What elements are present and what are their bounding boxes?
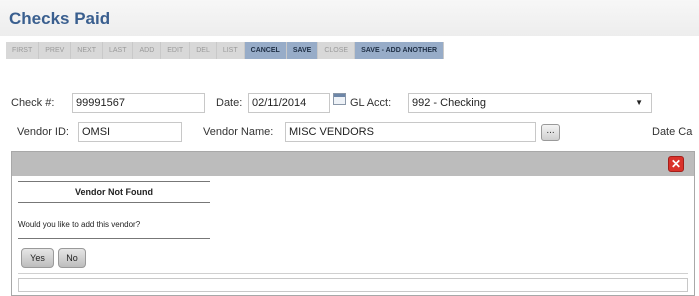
vendor-name-label: Vendor Name: <box>203 126 274 138</box>
check-number-label: Check #: <box>11 97 55 109</box>
record-toolbar: FIRST PREV NEXT LAST ADD EDIT DEL LIST C… <box>6 42 445 59</box>
save-add-another-button[interactable]: SAVE - ADD ANOTHER <box>355 42 445 59</box>
add-button[interactable]: ADD <box>133 42 162 59</box>
dialog-question: Would you like to add this vendor? <box>18 220 141 229</box>
gl-account-value: 992 - Checking <box>412 97 486 109</box>
vendor-id-field[interactable]: OMSI <box>78 122 182 142</box>
calendar-icon[interactable] <box>333 93 346 105</box>
date-cashed-label: Date Ca <box>652 126 693 138</box>
last-button[interactable]: LAST <box>102 42 134 59</box>
page-title: Checks Paid <box>9 9 111 28</box>
date-label: Date: <box>216 97 243 109</box>
page-header: Checks Paid <box>0 0 699 36</box>
delete-button[interactable]: DEL <box>190 42 217 59</box>
gl-account-label: GL Acct: <box>350 97 392 109</box>
check-number-field[interactable]: 99991567 <box>72 93 205 113</box>
first-button[interactable]: FIRST <box>6 42 40 59</box>
no-button[interactable]: No <box>58 248 86 268</box>
dialog-separator <box>18 273 688 274</box>
prev-button[interactable]: PREV <box>39 42 72 59</box>
close-button[interactable]: CLOSE <box>318 42 356 59</box>
list-button[interactable]: LIST <box>216 42 245 59</box>
dialog-divider-middle <box>18 202 210 203</box>
edit-button[interactable]: EDIT <box>161 42 191 59</box>
chevron-down-icon: ▼ <box>635 98 643 107</box>
close-icon[interactable]: ✕ <box>668 156 684 172</box>
dialog-divider-top <box>18 181 210 182</box>
yes-button[interactable]: Yes <box>21 248 54 268</box>
vendor-lookup-button[interactable]: ... <box>541 124 560 141</box>
dialog-message-title: Vendor Not Found <box>75 187 153 197</box>
gl-account-select[interactable]: 992 - Checking ▼ <box>408 93 652 113</box>
dialog-footer-field <box>18 278 688 292</box>
vendor-name-field[interactable]: MISC VENDORS <box>285 122 536 142</box>
next-button[interactable]: NEXT <box>71 42 103 59</box>
dialog-title-bar <box>12 152 694 176</box>
cancel-button[interactable]: CANCEL <box>244 42 287 59</box>
date-field[interactable]: 02/11/2014 <box>248 93 330 113</box>
save-button[interactable]: SAVE <box>286 42 319 59</box>
dialog-divider-bottom <box>18 238 210 239</box>
vendor-id-label: Vendor ID: <box>17 126 69 138</box>
